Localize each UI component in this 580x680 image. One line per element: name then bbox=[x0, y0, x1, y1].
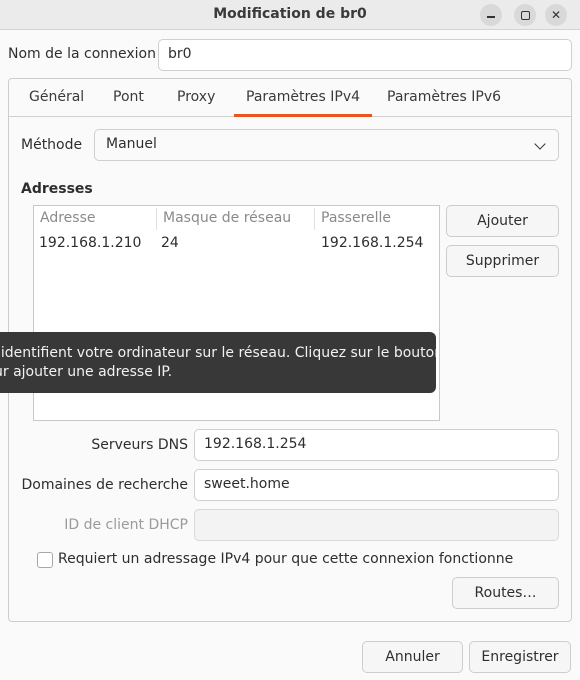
dns-servers-label: Serveurs DNS bbox=[91, 437, 188, 453]
chevron-down-icon bbox=[534, 138, 546, 150]
tooltip-line-1: P identifient votre ordinateur sur le ré… bbox=[0, 345, 436, 361]
connection-name-input[interactable]: br0 bbox=[158, 39, 572, 71]
connection-name-label: Nom de la connexion bbox=[8, 46, 156, 62]
require-ipv4-checkbox[interactable] bbox=[37, 552, 53, 568]
column-separator bbox=[156, 208, 157, 230]
addresses-tooltip: P identifient votre ordinateur sur le ré… bbox=[0, 332, 436, 393]
minimize-icon bbox=[487, 16, 495, 18]
tab-general[interactable]: Général bbox=[29, 89, 84, 105]
method-label: Méthode bbox=[21, 137, 83, 153]
delete-address-button[interactable]: Supprimer bbox=[446, 245, 559, 277]
title-bar: Modification de br0 ✕ bbox=[0, 0, 580, 30]
routes-button[interactable]: Routes… bbox=[452, 577, 559, 609]
close-icon: ✕ bbox=[550, 8, 562, 22]
method-value: Manuel bbox=[106, 136, 157, 152]
method-dropdown[interactable]: Manuel bbox=[94, 129, 559, 161]
dhcp-client-id-label: ID de client DHCP bbox=[64, 517, 188, 533]
tab-ipv4[interactable]: Paramètres IPv4 bbox=[233, 89, 373, 117]
tooltip-line-2: ur ajouter une adresse IP. bbox=[0, 364, 173, 380]
tab-ipv6[interactable]: Paramètres IPv6 bbox=[387, 89, 501, 105]
cell-netmask[interactable]: 24 bbox=[161, 235, 179, 251]
column-header-address[interactable]: Adresse bbox=[40, 210, 95, 226]
tab-bridge[interactable]: Pont bbox=[113, 89, 144, 105]
maximize-button[interactable] bbox=[514, 4, 536, 26]
tab-proxy[interactable]: Proxy bbox=[177, 89, 215, 105]
search-domains-input[interactable]: sweet.home bbox=[194, 469, 559, 501]
cell-gateway[interactable]: 192.168.1.254 bbox=[321, 235, 423, 251]
cell-address[interactable]: 192.168.1.210 bbox=[39, 235, 141, 251]
tab-bar: Général Pont Proxy Paramètres IPv4 Param… bbox=[9, 79, 571, 117]
cancel-button[interactable]: Annuler bbox=[362, 641, 463, 673]
dhcp-client-id-input bbox=[194, 509, 559, 541]
require-ipv4-label[interactable]: Requiert un adressage IPv4 pour que cett… bbox=[58, 551, 513, 567]
search-domains-label: Domaines de recherche bbox=[21, 477, 188, 493]
column-header-netmask[interactable]: Masque de réseau bbox=[163, 210, 291, 226]
add-address-button[interactable]: Ajouter bbox=[446, 205, 559, 237]
save-button[interactable]: Enregistrer bbox=[469, 641, 571, 673]
close-button[interactable]: ✕ bbox=[545, 4, 567, 26]
minimize-button[interactable] bbox=[480, 4, 502, 26]
addresses-title: Adresses bbox=[21, 181, 93, 197]
dns-servers-input[interactable]: 192.168.1.254 bbox=[194, 429, 559, 461]
column-separator bbox=[314, 208, 315, 230]
column-header-gateway[interactable]: Passerelle bbox=[321, 210, 391, 226]
maximize-icon bbox=[520, 10, 530, 20]
